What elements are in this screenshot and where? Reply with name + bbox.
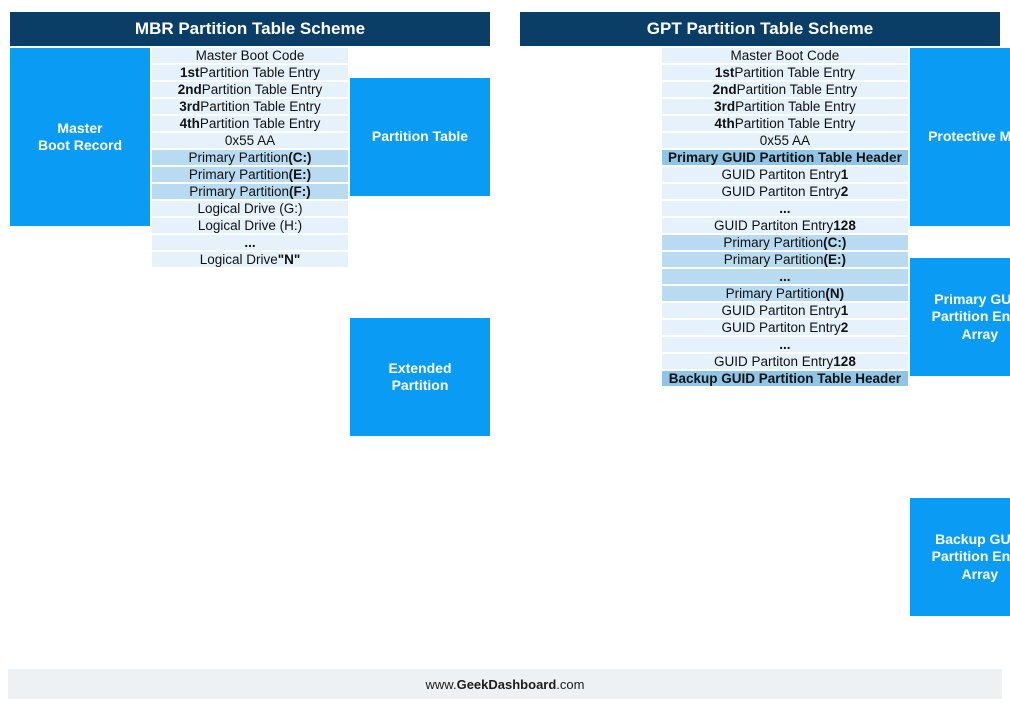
gpt-scheme: GPT Partition Table Scheme Master Boot C… [520,12,1000,646]
gpt-row-6: Primary GUID Partition Table Header [662,150,908,165]
gpt-row-17: ... [662,337,908,352]
gpt-row-11: Primary Partition (C:) [662,235,908,250]
gpt-rows: Master Boot Code 1st Partition Table Entr… [520,48,1000,646]
mbr-right-partition-table: Partition Table [350,78,490,196]
gpt-row-4: 4th Partition Table Entry [662,116,908,131]
gpt-row-5: 0x55 AA [662,133,908,148]
gpt-row-9: ... [662,201,908,216]
gpt-row-1: 1st Partition Table Entry [662,65,908,80]
mbr-row-5: 0x55 AA [152,133,348,148]
footer-pre: www. [426,677,457,692]
mbr-row-8: Primary Partition (F:) [152,184,348,199]
gpt-row-14: Primary Partition (N) [662,286,908,301]
gpt-row-13: ... [662,269,908,284]
gpt-row-19: Backup GUID Partition Table Header [662,371,908,386]
mbr-row-10: Logical Drive (H:) [152,218,348,233]
gpt-row-12: Primary Partition (E:) [662,252,908,267]
mbr-scheme: MBR Partition Table Scheme MasterBoot Re… [10,12,490,646]
mbr-right-extended: ExtendedPartition [350,318,490,436]
footer-post: .com [556,677,584,692]
gpt-row-16: GUID Partiton Entry 2 [662,320,908,335]
mbr-row-2: 2nd Partition Table Entry [152,82,348,97]
gpt-row-18: GUID Partiton Entry 128 [662,354,908,369]
gpt-row-3: 3rd Partition Table Entry [662,99,908,114]
gpt-row-15: GUID Partiton Entry 1 [662,303,908,318]
mbr-left-label: MasterBoot Record [10,48,150,226]
gpt-row-10: GUID Partiton Entry 128 [662,218,908,233]
mbr-rows: MasterBoot RecordMaster Boot Code 1st Par… [10,48,490,436]
gpt-title: GPT Partition Table Scheme [520,12,1000,46]
mbr-row-1: 1st Partition Table Entry [152,65,348,80]
mbr-row-12: Logical Drive "N" [152,252,348,267]
mbr-row-9: Logical Drive (G:) [152,201,348,216]
mbr-title: MBR Partition Table Scheme [10,12,490,46]
gpt-row-8: GUID Partiton Entry 2 [662,184,908,199]
mbr-row-4: 4th Partition Table Entry [152,116,348,131]
gpt-row-0: Master Boot Code [662,48,908,63]
gpt-right-primary-array: Primary GUIDPartition Entry Array [910,258,1010,376]
gpt-right-backup-array: Backup GUIDPartition Entry Array [910,498,1010,616]
footer: www. GeekDashboard .com [8,669,1002,699]
mbr-row-3: 3rd Partition Table Entry [152,99,348,114]
footer-bold: GeekDashboard [457,677,557,692]
mbr-row-11: ... [152,235,348,250]
mbr-row-7: Primary Partition (E:) [152,167,348,182]
gpt-row-7: GUID Partiton Entry 1 [662,167,908,182]
gpt-row-2: 2nd Partition Table Entry [662,82,908,97]
mbr-row-6: Primary Partition (C:) [152,150,348,165]
gpt-right-protective-mbr: Protective MBR [910,48,1010,226]
mbr-row-0: Master Boot Code [152,48,348,63]
